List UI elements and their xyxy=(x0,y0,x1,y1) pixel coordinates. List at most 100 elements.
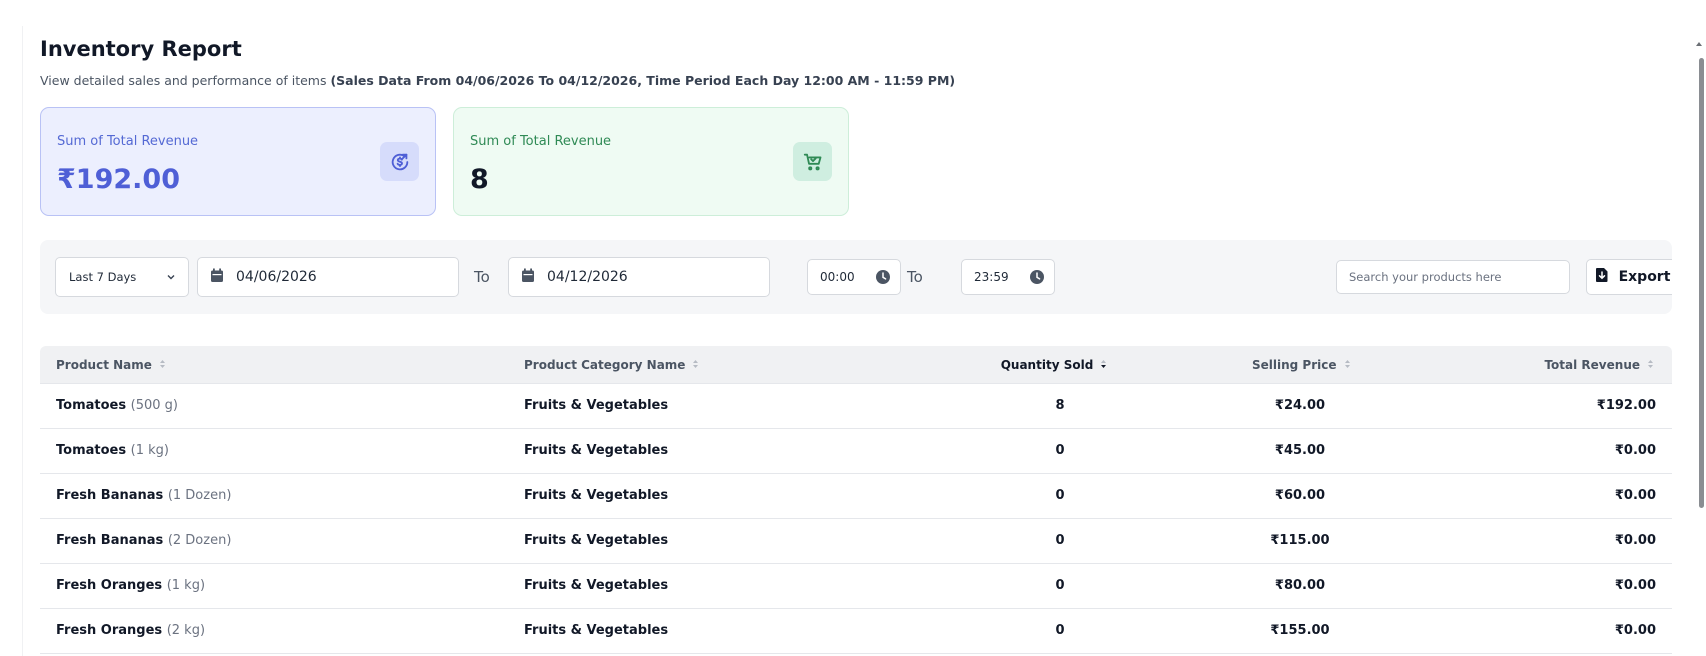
product-name-cell: Fresh Bananas (2 Dozen) xyxy=(56,533,231,548)
sort-icon xyxy=(1344,358,1351,372)
table-row: Fresh Bananas (1 Dozen) Fruits & Vegetab… xyxy=(40,474,1672,519)
page-title: Inventory Report xyxy=(40,37,242,61)
card-value: ₹192.00 xyxy=(57,164,180,195)
quantity-summary-card: Sum of Total Revenue 8 xyxy=(453,107,849,216)
product-name-cell: Fresh Oranges (1 kg) xyxy=(56,578,205,593)
calendar-icon xyxy=(210,268,224,287)
vertical-scrollbar[interactable] xyxy=(1692,20,1706,656)
cart-icon xyxy=(793,142,832,181)
product-search-field[interactable] xyxy=(1336,260,1570,294)
column-header-selling-price[interactable]: Selling Price xyxy=(1252,358,1372,372)
date-range-select[interactable]: Last 7 Days xyxy=(55,257,189,297)
end-date-input[interactable]: 04/12/2026 xyxy=(508,257,770,297)
to-label: To xyxy=(474,268,490,286)
download-icon xyxy=(1595,267,1609,287)
quantity-cell: 0 xyxy=(1055,488,1065,503)
sort-icon xyxy=(692,358,699,372)
chevron-down-icon xyxy=(166,271,176,285)
revenue-cell: ₹0.00 xyxy=(1614,443,1656,458)
product-name-cell: Tomatoes (500 g) xyxy=(56,398,178,413)
to-label: To xyxy=(907,268,923,286)
product-name: Fresh Bananas xyxy=(56,488,164,503)
subtitle-period: (Sales Data From 04/06/2026 To 04/12/202… xyxy=(330,73,956,88)
category-cell: Fruits & Vegetables xyxy=(524,533,669,548)
start-date-value: 04/06/2026 xyxy=(236,269,317,285)
revenue-cell: ₹0.00 xyxy=(1614,533,1656,548)
column-label: Selling Price xyxy=(1252,358,1337,372)
end-date-value: 04/12/2026 xyxy=(547,269,628,285)
price-cell: ₹60.00 xyxy=(1274,488,1326,503)
column-header-quantity-sold[interactable]: Quantity Sold xyxy=(994,358,1114,372)
revenue-summary-card: Sum of Total Revenue ₹192.00 xyxy=(40,107,436,216)
inventory-table: Product Name Product Category Name Quant… xyxy=(40,346,1672,654)
category-cell: Fruits & Vegetables xyxy=(524,398,669,413)
calendar-icon xyxy=(521,268,535,287)
product-variant: (1 Dozen) xyxy=(167,488,232,503)
category-cell: Fruits & Vegetables xyxy=(524,488,669,503)
product-name: Fresh Oranges xyxy=(56,578,163,593)
revenue-cycle-icon xyxy=(380,142,419,181)
clock-icon[interactable] xyxy=(1029,269,1045,288)
search-input[interactable] xyxy=(1349,270,1559,284)
scrollbar-thumb[interactable] xyxy=(1699,58,1704,508)
column-label: Quantity Sold xyxy=(1000,358,1094,372)
start-time-value: 00:00 xyxy=(820,270,855,284)
table-row: Fresh Bananas (2 Dozen) Fruits & Vegetab… xyxy=(40,519,1672,564)
column-label: Product Category Name xyxy=(524,358,686,372)
table-row: Tomatoes (1 kg) Fruits & Vegetables 0 ₹4… xyxy=(40,429,1672,474)
product-variant: (1 kg) xyxy=(166,578,206,593)
start-time-input[interactable]: 00:00 xyxy=(807,259,901,295)
product-name-cell: Tomatoes (1 kg) xyxy=(56,443,169,458)
scroll-up-arrow-icon[interactable] xyxy=(1696,42,1702,46)
price-cell: ₹80.00 xyxy=(1274,578,1326,593)
filter-bar: Last 7 Days 04/06/2026 To 04/12/2026 00:… xyxy=(40,240,1672,314)
sort-icon xyxy=(159,358,166,372)
clock-icon[interactable] xyxy=(875,269,891,288)
table-row: Fresh Oranges (1 kg) Fruits & Vegetables… xyxy=(40,564,1672,609)
sort-active-icon xyxy=(1100,358,1107,372)
revenue-cell: ₹192.00 xyxy=(1596,398,1656,413)
column-header-product-name[interactable]: Product Name xyxy=(56,358,166,372)
product-variant: (500 g) xyxy=(130,398,178,413)
price-cell: ₹45.00 xyxy=(1274,443,1326,458)
revenue-cell: ₹0.00 xyxy=(1614,623,1656,638)
product-variant: (2 Dozen) xyxy=(167,533,232,548)
quantity-cell: 0 xyxy=(1055,443,1065,458)
table-header: Product Name Product Category Name Quant… xyxy=(40,346,1672,384)
category-cell: Fruits & Vegetables xyxy=(524,443,669,458)
date-range-value: Last 7 Days xyxy=(69,270,137,284)
product-variant: (2 kg) xyxy=(166,623,206,638)
price-cell: ₹24.00 xyxy=(1274,398,1326,413)
export-label: Export xyxy=(1618,269,1671,285)
revenue-cell: ₹0.00 xyxy=(1614,488,1656,503)
table-row: Tomatoes (500 g) Fruits & Vegetables 8 ₹… xyxy=(40,384,1672,429)
card-value: 8 xyxy=(470,164,489,195)
table-row: Fresh Oranges (2 kg) Fruits & Vegetables… xyxy=(40,609,1672,654)
inventory-report-page: Inventory Report View detailed sales and… xyxy=(22,26,1672,656)
category-cell: Fruits & Vegetables xyxy=(524,578,669,593)
category-cell: Fruits & Vegetables xyxy=(524,623,669,638)
price-cell: ₹155.00 xyxy=(1270,623,1330,638)
subtitle-text: View detailed sales and performance of i… xyxy=(40,73,331,88)
column-label: Total Revenue xyxy=(1544,358,1640,372)
column-header-category[interactable]: Product Category Name xyxy=(524,358,699,372)
revenue-cell: ₹0.00 xyxy=(1614,578,1656,593)
sort-icon xyxy=(1647,358,1654,372)
card-label: Sum of Total Revenue xyxy=(470,134,612,149)
quantity-cell: 0 xyxy=(1055,623,1065,638)
quantity-cell: 8 xyxy=(1055,398,1065,413)
quantity-cell: 0 xyxy=(1055,533,1065,548)
product-name: Fresh Oranges xyxy=(56,623,163,638)
product-name: Tomatoes xyxy=(56,443,127,458)
column-header-total-revenue[interactable]: Total Revenue xyxy=(1544,358,1654,372)
card-label: Sum of Total Revenue xyxy=(57,134,199,149)
price-cell: ₹115.00 xyxy=(1270,533,1330,548)
export-button[interactable]: Export xyxy=(1586,259,1672,295)
page-subtitle: View detailed sales and performance of i… xyxy=(40,73,955,88)
end-time-input[interactable]: 23:59 xyxy=(961,259,1055,295)
start-date-input[interactable]: 04/06/2026 xyxy=(197,257,459,297)
product-name: Fresh Bananas xyxy=(56,533,164,548)
column-label: Product Name xyxy=(56,358,152,372)
product-name: Tomatoes xyxy=(56,398,127,413)
product-variant: (1 kg) xyxy=(130,443,169,458)
